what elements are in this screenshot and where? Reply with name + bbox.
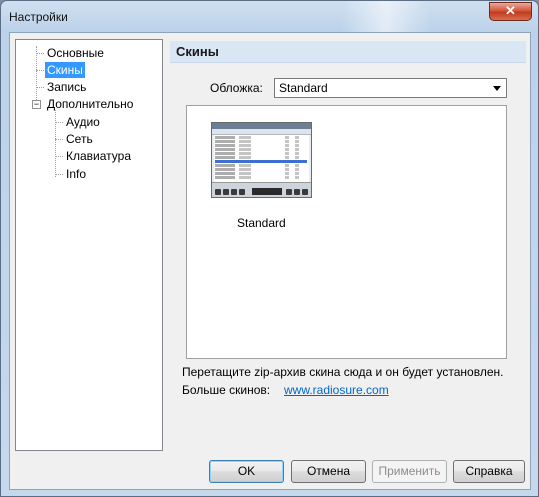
more-skins-label: Больше скинов:	[182, 383, 271, 397]
tree-connector	[55, 156, 63, 157]
help-button[interactable]: Справка	[453, 460, 525, 483]
tree-item-skins[interactable]: Скины	[45, 62, 85, 78]
skin-preview-area[interactable]: Standard	[186, 105, 507, 359]
tree-item-advanced[interactable]: Дополнительно	[45, 96, 135, 112]
tree-item-info[interactable]: Info	[64, 166, 88, 182]
skin-select-value: Standard	[279, 81, 328, 95]
tree-connector	[36, 87, 44, 88]
collapse-icon[interactable]: −	[32, 100, 41, 109]
tree-item-network[interactable]: Сеть	[64, 131, 95, 147]
skin-name: Standard	[237, 216, 286, 230]
drop-hint: Перетащите zip-архив скина сюда и он буд…	[182, 365, 504, 379]
skin-label: Обложка:	[210, 81, 263, 95]
tree-item-general[interactable]: Основные	[45, 45, 106, 61]
tree-connector	[55, 139, 63, 140]
settings-tree[interactable]: − Основные Скины Запись Дополнительно Ау…	[15, 39, 163, 451]
dropdown-arrow-icon[interactable]	[493, 86, 501, 91]
tree-item-recording[interactable]: Запись	[45, 79, 88, 95]
apply-button[interactable]: Применить	[372, 460, 447, 483]
more-skins-link[interactable]: www.radiosure.com	[284, 383, 389, 397]
tree-connector	[36, 46, 37, 104]
window-title: Настройки	[9, 10, 68, 24]
title-glare	[341, 1, 431, 33]
thumbnail-controls	[212, 182, 311, 197]
tree-connector	[36, 70, 44, 71]
close-button[interactable]: ✕	[489, 2, 532, 21]
section-title: Скины	[176, 44, 219, 59]
cancel-button[interactable]: Отмена	[291, 460, 366, 483]
close-icon: ✕	[505, 3, 516, 18]
tree-connector	[55, 122, 63, 123]
thumbnail-list	[214, 135, 309, 183]
skin-select[interactable]: Standard	[274, 78, 507, 98]
dialog-client: − Основные Скины Запись Дополнительно Ау…	[9, 32, 531, 490]
ok-button[interactable]: OK	[209, 460, 284, 483]
tree-connector	[55, 174, 63, 175]
tree-connector	[55, 110, 56, 177]
settings-window: Настройки ✕ − Основные Скины Запись Допо…	[0, 0, 539, 497]
section-header: Скины	[170, 41, 526, 63]
skin-thumbnail[interactable]	[211, 122, 312, 198]
tree-item-audio[interactable]: Аудио	[64, 114, 102, 130]
title-bar[interactable]: Настройки ✕	[1, 1, 538, 33]
tree-item-keyboard[interactable]: Клавиатура	[64, 148, 133, 164]
tree-connector	[36, 53, 44, 54]
